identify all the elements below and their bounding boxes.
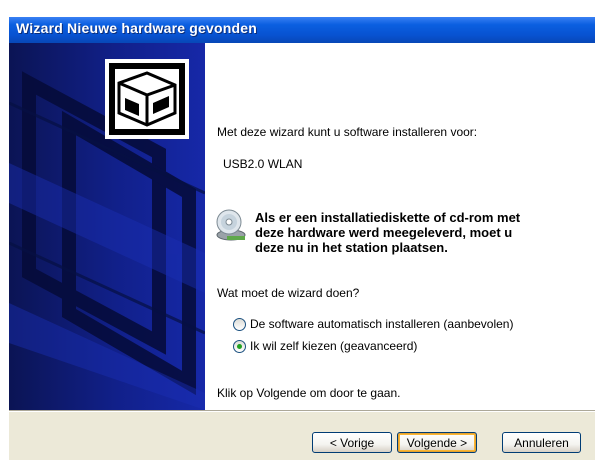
continue-hint: Klik op Volgende om door te gaan. [217, 386, 401, 400]
intro-text: Met deze wizard kunt u software installe… [217, 125, 478, 139]
separator-line [9, 410, 595, 411]
cd-drive-icon [216, 209, 246, 241]
option-auto-install-label[interactable]: De software automatisch installeren (aan… [250, 317, 513, 331]
button-bar: < Vorige Volgende > Annuleren [9, 410, 595, 460]
notice-line-2: deze hardware werd meegeleverd, moet u [255, 225, 513, 240]
notice-line-1: Als er een installatiediskette of cd-rom… [255, 210, 521, 225]
wizard-content: Met deze wizard kunt u software installe… [205, 43, 595, 410]
radio-selected-dot [237, 344, 242, 349]
device-name: USB2.0 WLAN [223, 157, 303, 171]
title-bar[interactable]: Wizard Nieuwe hardware gevonden [9, 17, 595, 43]
cancel-button[interactable]: Annuleren [502, 432, 581, 453]
option-manual-install-label[interactable]: Ik wil zelf kiezen (geavanceerd) [250, 339, 417, 353]
wizard-window: Wizard Nieuwe hardware gevonden Met deze… [0, 0, 595, 460]
window-title: Wizard Nieuwe hardware gevonden [16, 20, 258, 36]
banner-graphic [9, 59, 205, 410]
radio-manual-install[interactable] [233, 340, 246, 353]
notice-line-3: deze nu in het station plaatsen. [255, 240, 448, 255]
wizard-side-banner [9, 43, 205, 410]
window-edge [0, 0, 9, 460]
back-button[interactable]: < Vorige [312, 432, 392, 453]
question-text: Wat moet de wizard doen? [217, 286, 360, 300]
hardware-icon [105, 59, 189, 139]
radio-auto-install[interactable] [233, 318, 246, 331]
next-button[interactable]: Volgende > [397, 432, 477, 453]
